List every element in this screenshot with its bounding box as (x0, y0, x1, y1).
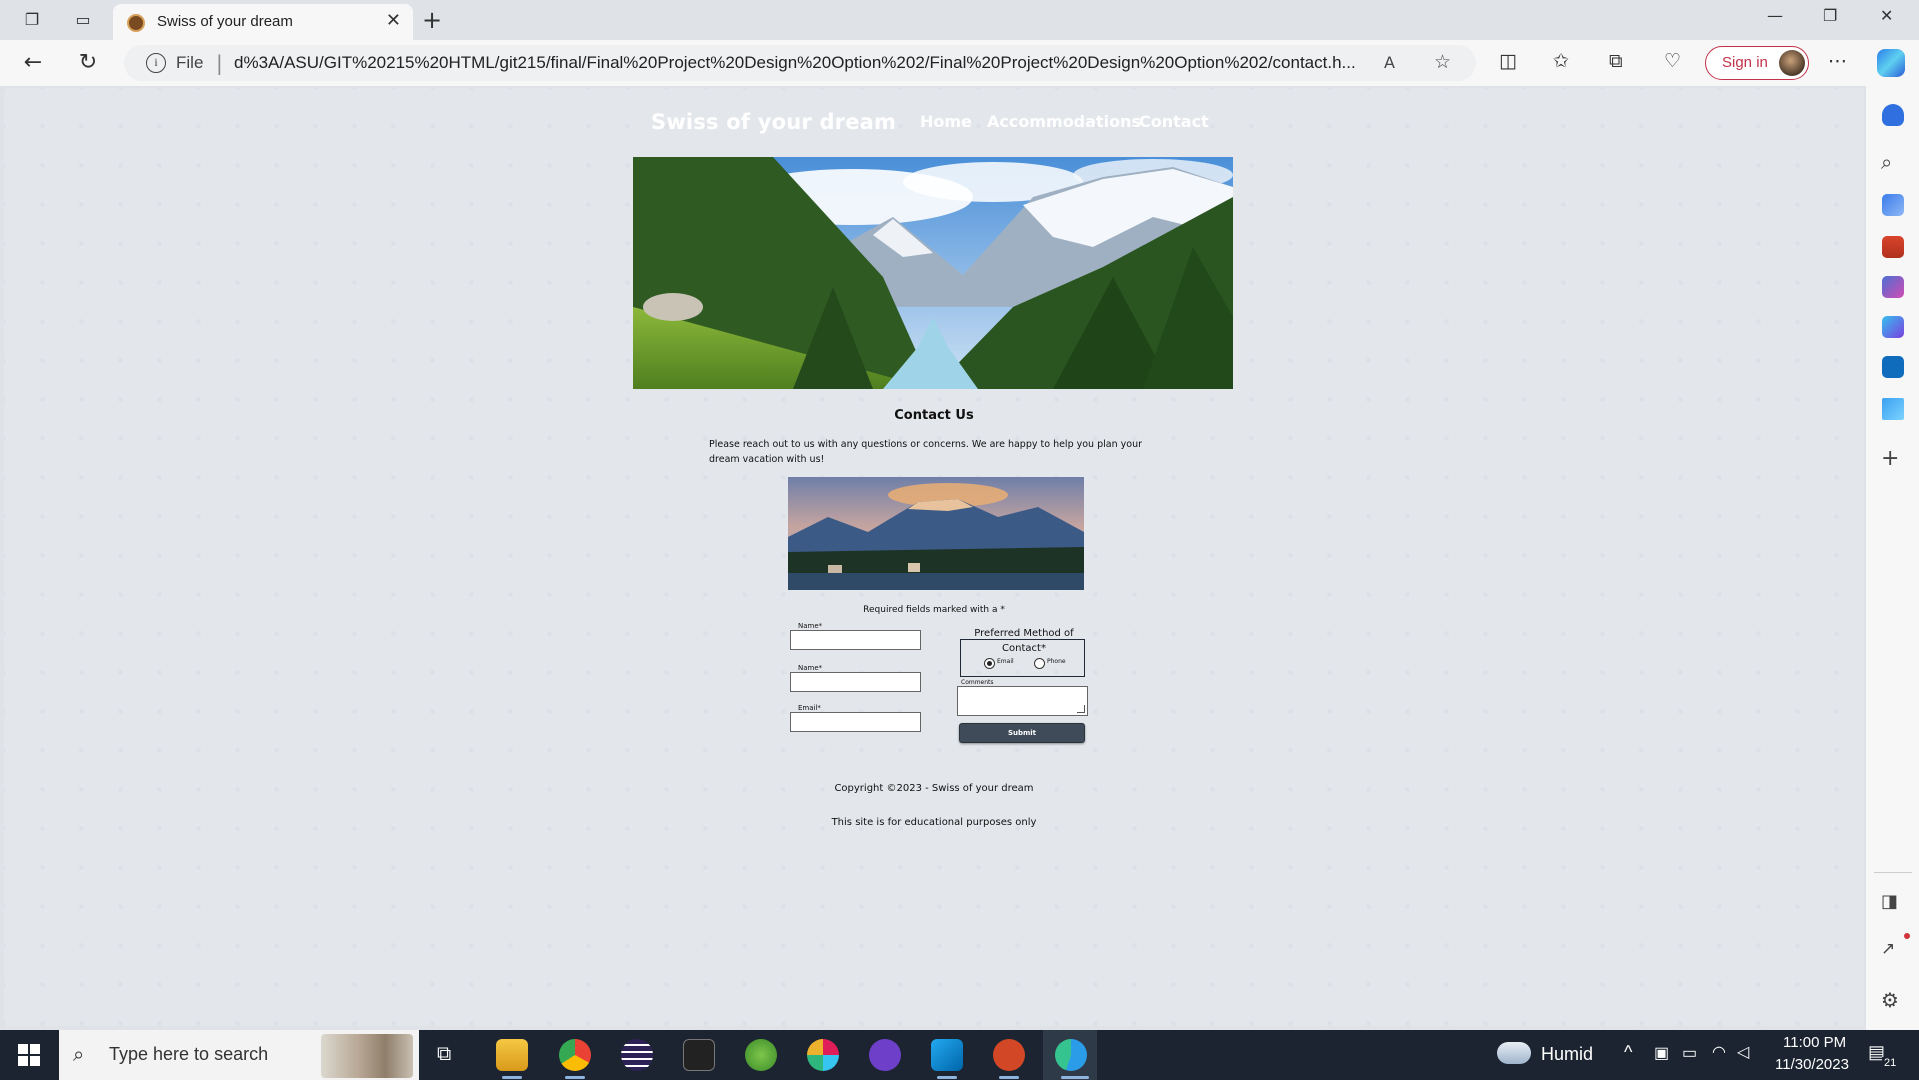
weather-cloud-icon[interactable] (1497, 1042, 1531, 1064)
tools-briefcase-icon[interactable] (1882, 236, 1904, 258)
spring-tools-icon[interactable] (745, 1039, 777, 1071)
task-view-icon[interactable]: ⧉ (437, 1043, 451, 1066)
microsoft-365-icon[interactable] (1882, 316, 1904, 338)
favorites-icon[interactable]: ✩ (1553, 50, 1569, 72)
sidebar-divider (1874, 872, 1912, 873)
clock-time[interactable]: 11:00 PM (1783, 1034, 1846, 1051)
split-screen-icon[interactable]: ◫ (1499, 50, 1517, 72)
collections-icon[interactable]: ⧉ (1609, 50, 1623, 72)
site-info-icon[interactable]: i (146, 53, 166, 73)
contact-intro-text: Please reach out to us with any question… (709, 439, 1142, 465)
sidebar-settings-gear-icon[interactable]: ⚙ (1881, 988, 1899, 1012)
site-favicon-icon (127, 14, 145, 32)
more-options-icon[interactable]: ⋯ (1828, 50, 1847, 72)
nav-home-link[interactable]: Home (920, 112, 972, 131)
window-close-icon[interactable]: ✕ (1880, 6, 1893, 25)
drop-send-icon[interactable] (1882, 398, 1904, 420)
edge-sidebar: ⌕ + ◨ ↗ ⚙ (1866, 86, 1919, 1030)
close-tab-icon[interactable]: ✕ (386, 10, 401, 31)
file-explorer-icon[interactable] (496, 1039, 528, 1071)
meet-now-icon[interactable]: ▣ (1654, 1043, 1669, 1063)
mountain-lake-image (788, 477, 1084, 590)
terminal-icon[interactable] (683, 1039, 715, 1071)
sign-in-button[interactable]: Sign in (1705, 46, 1809, 80)
hide-sidebar-icon[interactable]: ◨ (1881, 891, 1898, 912)
first-name-label: Name* (798, 622, 823, 630)
contact-us-heading: Contact Us (894, 408, 974, 423)
radio-email-label: Email (997, 658, 1014, 665)
browser-essentials-icon[interactable]: ♡ (1664, 50, 1681, 72)
tray-chevron-up-icon[interactable]: ^ (1624, 1042, 1632, 1063)
email-input[interactable] (790, 712, 921, 732)
add-sidebar-app-icon[interactable]: + (1881, 446, 1899, 471)
radio-phone-label: Phone (1047, 658, 1066, 665)
web-page: Swiss of your dream Home Accommodations … (4, 88, 1864, 1026)
url-text[interactable]: d%3A/ASU/GIT%20215%20HTML/git215/final/F… (234, 53, 1384, 73)
file-scheme-label: File (176, 53, 204, 72)
last-name-input[interactable] (790, 672, 921, 692)
back-arrow-icon[interactable]: ← (19, 50, 47, 78)
address-bar[interactable]: i File | d%3A/ASU/GIT%20215%20HTML/git21… (124, 45, 1476, 81)
slack-icon[interactable] (807, 1039, 839, 1071)
powerpoint-icon[interactable] (993, 1039, 1025, 1071)
vscode-icon[interactable] (931, 1039, 963, 1071)
search-magnifier-icon: ⌕ (73, 1042, 85, 1066)
comments-textarea[interactable] (957, 686, 1088, 716)
email-label: Email* (798, 704, 821, 712)
favorite-star-icon[interactable]: ☆ (1434, 51, 1451, 73)
minimize-icon[interactable]: — (1767, 6, 1783, 25)
radio-phone[interactable] (1034, 658, 1045, 669)
reload-icon[interactable]: ↻ (74, 50, 102, 78)
radio-email[interactable] (984, 658, 995, 669)
notification-count-badge: 21 (1882, 1057, 1899, 1069)
weather-text[interactable]: Humid (1541, 1044, 1593, 1065)
clock-date[interactable]: 11/30/2023 (1775, 1056, 1849, 1073)
required-fields-note: Required fields marked with a * (863, 605, 1005, 615)
taskbar-search-box[interactable]: ⌕ Type here to search (59, 1030, 419, 1080)
comments-label: Comments (961, 679, 994, 686)
address-separator: | (216, 51, 223, 75)
eclipse-icon[interactable] (621, 1039, 653, 1071)
edge-icon[interactable] (1055, 1039, 1087, 1071)
open-external-icon[interactable]: ↗ (1881, 939, 1895, 959)
hero-mountain-valley-image (633, 157, 1233, 389)
footer-educational-note: This site is for educational purposes on… (831, 817, 1037, 828)
copilot-icon[interactable] (1877, 49, 1905, 77)
first-name-input[interactable] (790, 630, 921, 650)
chrome-icon[interactable] (559, 1039, 591, 1071)
taskbar-search-placeholder: Type here to search (109, 1044, 269, 1064)
shopping-tag-icon[interactable] (1882, 194, 1904, 216)
update-dot (1904, 933, 1910, 939)
submit-button[interactable]: Submit (959, 723, 1085, 743)
search-icon[interactable]: ⌕ (1881, 150, 1892, 174)
tab-title: Swiss of your dream (157, 13, 293, 30)
browser-tab-active[interactable]: Swiss of your dream ✕ (113, 4, 413, 40)
nav-accommodations-link[interactable]: Accommodations (987, 112, 1141, 131)
nav-contact-link[interactable]: Contact (1139, 112, 1209, 131)
volume-icon[interactable]: ◁ (1737, 1042, 1749, 1062)
games-icon[interactable] (1882, 276, 1904, 298)
restore-icon[interactable]: ❐ (1823, 6, 1837, 25)
windows-start-icon[interactable] (18, 1044, 40, 1066)
browser-toolbar: ← ↻ i File | d%3A/ASU/GIT%20215%20HTML/g… (0, 40, 1919, 86)
battery-icon[interactable]: ▭ (1682, 1043, 1697, 1063)
github-desktop-icon[interactable] (869, 1039, 901, 1071)
footer-copyright: Copyright ©2023 - Swiss of your dream (834, 783, 1034, 794)
read-aloud-icon[interactable]: A (1384, 53, 1395, 72)
vertical-tabs-icon[interactable]: ▭ (71, 8, 95, 32)
profile-avatar (1779, 50, 1805, 76)
search-highlight-image (321, 1034, 413, 1078)
browser-tab-bar: ❐ ▭ Swiss of your dream ✕ + — ❐ ✕ (0, 0, 1919, 40)
new-tab-icon[interactable]: + (422, 6, 442, 34)
sign-in-label: Sign in (1722, 54, 1768, 71)
notification-bell-icon[interactable] (1882, 104, 1904, 126)
contact-method-legend: Preferred Method of Contact* (974, 628, 1074, 654)
wifi-icon[interactable]: ◠ (1712, 1042, 1726, 1062)
last-name-label: Name* (798, 664, 823, 672)
site-title: Swiss of your dream (651, 110, 897, 134)
workspaces-icon[interactable]: ❐ (20, 8, 44, 32)
windows-taskbar: ⌕ Type here to search ⧉ Humid ^ ▣ ▭ ◠ ◁ … (0, 1030, 1919, 1080)
outlook-icon[interactable] (1882, 356, 1904, 378)
